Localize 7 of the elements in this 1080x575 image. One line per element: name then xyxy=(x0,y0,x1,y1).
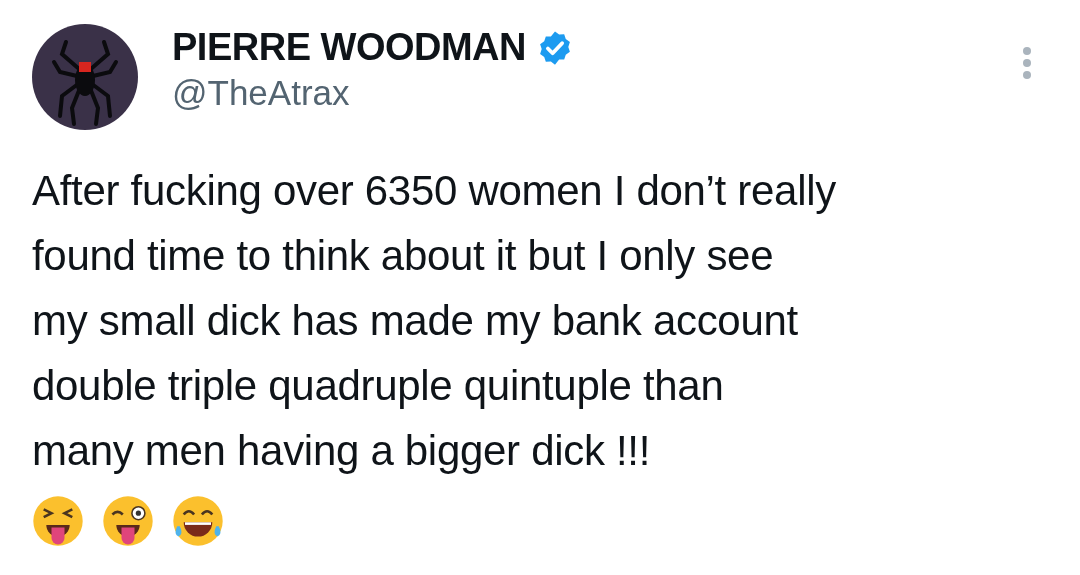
squinting-tongue-emoji-icon xyxy=(32,495,84,547)
tweet-text: After fucking over 6350 women I don’t really found time to think about it but I only see my small dick has made my bank account double triple quadruple quintuple than many men having a bigger dick !!! xyxy=(32,166,837,476)
tears-of-joy-emoji-icon xyxy=(172,495,224,547)
avatar-spider-drawing[interactable] xyxy=(32,24,138,130)
winking-tongue-emoji-icon xyxy=(102,495,154,547)
author-name[interactable]: PIERRE WOODMAN xyxy=(172,26,526,69)
author-handle[interactable]: @TheAtrax xyxy=(172,73,350,113)
